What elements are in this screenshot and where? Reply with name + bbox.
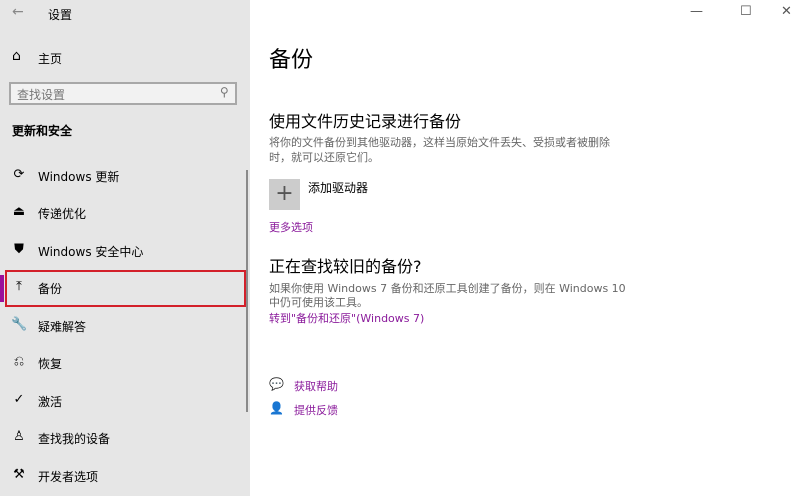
sidebar-item-label: Windows 更新 [38,170,120,184]
search-box[interactable]: ⚲ [9,82,237,105]
sidebar-item-activation[interactable]: ✓ 激活 [0,384,250,418]
sidebar-item-label: 查找我的设备 [38,432,111,446]
highlight-box [5,270,246,307]
sidebar-item-developer-options[interactable]: ⚒ 开发者选项 [0,459,250,493]
sidebar-item-find-my-device[interactable]: ♙ 查找我的设备 [0,421,250,455]
refresh-icon: ⟳ [13,167,25,182]
section-heading: 更新和安全 [12,124,73,138]
selected-indicator [0,275,4,302]
sidebar-item-windows-update[interactable]: ⟳ Windows 更新 [0,159,250,193]
plus-icon: + [275,181,294,206]
give-feedback-link[interactable]: 提供反馈 [294,402,338,418]
close-button[interactable]: ✕ [781,4,792,19]
sidebar-item-home[interactable]: ⌂ 主页 [0,44,250,72]
app-title: 设置 [48,8,73,22]
search-icon[interactable]: ⚲ [220,85,229,99]
older-backup-description: 如果你使用 Windows 7 备份和还原工具创建了备份，则在 Windows … [269,282,626,295]
sidebar-scrollbar[interactable] [246,170,248,412]
add-drive-button[interactable]: + [269,179,300,210]
get-help-link[interactable]: 获取帮助 [294,378,338,394]
check-circle-icon: ✓ [13,392,25,407]
older-backup-description-2: 中仍可使用该工具。 [269,296,368,309]
wrench-icon: 🔧 [11,317,28,332]
sidebar-item-windows-security[interactable]: ⛊ Windows 安全中心 [0,234,250,268]
backup-restore-link[interactable]: 转到"备份和还原"(Windows 7) [269,310,424,326]
sidebar-item-troubleshoot[interactable]: 🔧 疑难解答 [0,309,250,343]
file-history-description-2: 时，就可以还原它们。 [269,151,379,164]
minimize-button[interactable]: — [690,4,703,19]
file-history-heading: 使用文件历史记录进行备份 [269,112,462,131]
person-pin-icon: ♙ [13,429,25,444]
file-history-description: 将你的文件备份到其他驱动器，这样当原始文件丢失、受损或者被删除 [269,136,610,149]
add-drive-label[interactable]: 添加驱动器 [308,179,368,196]
sidebar-item-label: 恢复 [38,357,63,371]
maximize-button[interactable]: ☐ [740,4,752,19]
page-title: 备份 [269,48,314,73]
sidebar-item-label: Windows 安全中心 [38,245,144,259]
home-icon: ⌂ [12,48,21,64]
sidebar-item-label: 疑难解答 [38,320,87,334]
feedback-icon: 👤 [269,401,284,415]
sidebar-item-label: 传递优化 [38,207,87,221]
developer-tools-icon: ⚒ [13,467,25,482]
shield-icon: ⛊ [14,242,24,257]
back-arrow-icon[interactable]: ← [12,4,24,20]
home-label: 主页 [38,52,63,66]
more-options-link[interactable]: 更多选项 [269,219,313,235]
recovery-icon: ⎌ [13,354,25,369]
search-input[interactable] [11,85,201,105]
older-backup-heading: 正在查找较旧的备份? [269,257,422,276]
sidebar-item-recovery[interactable]: ⎌ 恢复 [0,346,250,380]
sidebar-item-label: 激活 [38,395,63,409]
delivery-icon: ⏏ [12,204,26,219]
help-chat-icon: 💬 [269,377,284,391]
sidebar-item-label: 开发者选项 [38,470,99,484]
sidebar-item-delivery-optimization[interactable]: ⏏ 传递优化 [0,196,250,230]
sidebar: ← 设置 ⌂ 主页 ⚲ 更新和安全 ⟳ Windows 更新 ⏏ 传递优化 ⛊ Win… [0,0,250,496]
